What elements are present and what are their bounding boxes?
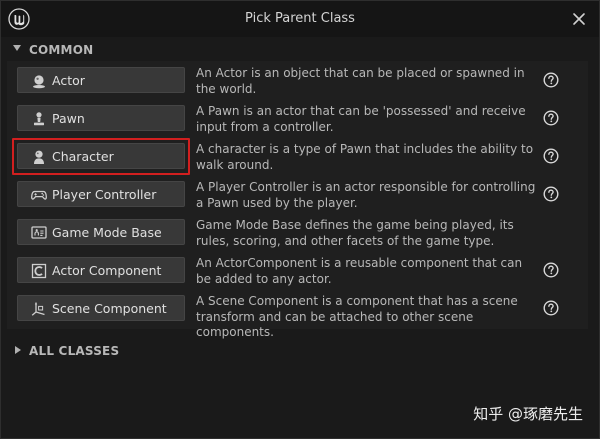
class-description: Game Mode Base defines the game being pl…	[196, 218, 514, 248]
class-description: A Scene Component is a component that ha…	[196, 294, 518, 339]
actor-class-button[interactable]: Actor	[17, 67, 185, 93]
help-icon[interactable]	[543, 110, 559, 126]
chevron-down-icon	[13, 45, 21, 51]
class-row-player-controller: Player Controller A Player Controller is…	[7, 176, 588, 214]
pawn-class-button[interactable]: Pawn	[17, 105, 185, 131]
component-icon	[31, 263, 47, 279]
class-label: Game Mode Base	[52, 225, 162, 240]
help-icon[interactable]	[543, 300, 559, 316]
class-label: Player Controller	[52, 187, 157, 202]
class-row-game-mode-base: Game Mode Base Game Mode Base defines th…	[7, 214, 588, 252]
class-label: Pawn	[52, 111, 85, 126]
help-icon[interactable]	[543, 72, 559, 88]
pawn-icon	[34, 112, 44, 126]
class-row-scene-component: Scene Component A Scene Component is a c…	[7, 290, 588, 339]
pick-parent-class-dialog: Pick Parent Class COMMON Actor An Actor …	[0, 0, 600, 439]
help-icon[interactable]	[543, 262, 559, 278]
class-description: A Player Controller is an actor responsi…	[196, 180, 536, 210]
section-header-all-classes[interactable]: ALL CLASSES	[1, 340, 599, 362]
class-description: A character is a type of Pawn that inclu…	[196, 142, 534, 172]
help-icon[interactable]	[543, 186, 559, 202]
game-mode-icon	[31, 226, 47, 239]
class-description: An ActorComponent is a reusable componen…	[196, 256, 523, 286]
player-controller-class-button[interactable]: Player Controller	[17, 181, 185, 207]
help-icon[interactable]	[543, 148, 559, 164]
class-description: An Actor is an object that can be placed…	[196, 66, 525, 96]
watermark: 知乎 @琢磨先生	[473, 405, 583, 423]
class-label: Actor Component	[52, 263, 162, 278]
class-row-character: Character A character is a type of Pawn …	[7, 138, 588, 176]
class-label: Actor	[52, 73, 85, 88]
character-class-button[interactable]: Character	[17, 143, 185, 169]
section-label: COMMON	[29, 43, 94, 57]
class-row-actor: Actor An Actor is an object that can be …	[7, 62, 588, 100]
gamepad-icon	[31, 190, 47, 200]
class-row-actor-component: Actor Component An ActorComponent is a r…	[7, 252, 588, 290]
common-classes-panel: Actor An Actor is an object that can be …	[7, 61, 588, 339]
actor-component-class-button[interactable]: Actor Component	[17, 257, 185, 283]
class-row-pawn: Pawn A Pawn is an actor that can be 'pos…	[7, 100, 588, 138]
class-label: Scene Component	[52, 301, 167, 316]
game-mode-base-class-button[interactable]: Game Mode Base	[17, 219, 185, 245]
actor-icon	[33, 75, 45, 89]
dialog-title: Pick Parent Class	[245, 11, 355, 26]
section-header-common[interactable]: COMMON	[1, 39, 599, 61]
character-icon	[34, 150, 44, 164]
section-label: ALL CLASSES	[29, 344, 120, 358]
scene-component-icon	[31, 302, 45, 316]
scene-component-class-button[interactable]: Scene Component	[17, 295, 185, 321]
close-icon[interactable]	[569, 9, 589, 29]
chevron-right-icon	[15, 346, 21, 354]
class-description: A Pawn is an actor that can be 'possesse…	[196, 104, 526, 134]
title-bar: Pick Parent Class	[1, 1, 599, 37]
class-label: Character	[52, 149, 114, 164]
